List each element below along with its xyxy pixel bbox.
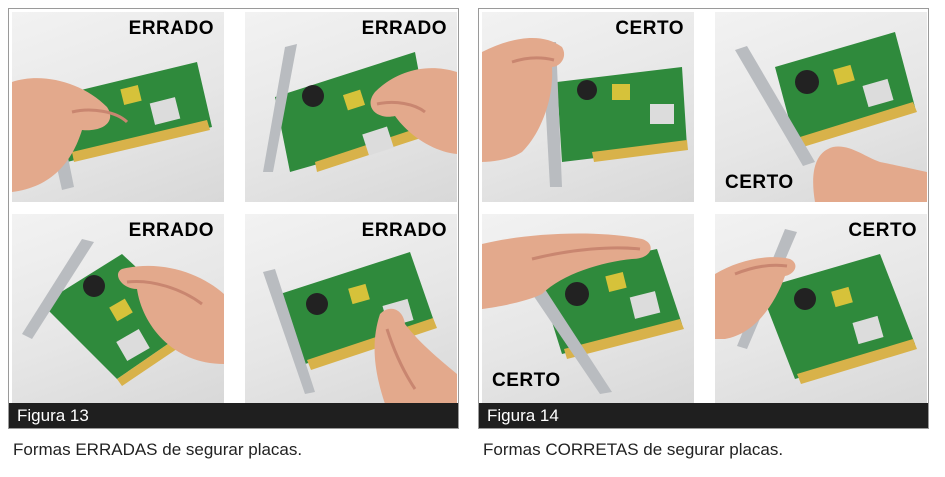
photo-tag: ERRADO [128, 220, 214, 241]
photo-tag: CERTO [848, 220, 917, 241]
figure-13-panel: ERRADO ERRADO ERRADO ERRADO Figura 13 [8, 8, 459, 429]
photo-right-4: CERTO [715, 214, 927, 404]
photo-tag: ERRADO [128, 18, 214, 39]
photo-tag: CERTO [615, 18, 684, 39]
photo-right-1: CERTO [482, 12, 694, 202]
figure-label-bar: Figura 14 [479, 403, 928, 428]
photo-wrong-4: ERRADO [245, 214, 457, 404]
photo-right-2: CERTO [715, 12, 927, 202]
photo-wrong-1: ERRADO [12, 12, 224, 202]
photo-tag: CERTO [725, 172, 794, 193]
photo-tag: ERRADO [361, 18, 447, 39]
figure-13-caption: Formas ERRADAS de segurar placas. [13, 440, 303, 459]
figure-14-panel: CERTO CERTO CERTO CERTO Figura 14 [478, 8, 929, 429]
photo-tag: CERTO [492, 370, 561, 391]
figure-14-caption: Formas CORRETAS de segurar placas. [483, 440, 784, 459]
photo-right-3: CERTO [482, 214, 694, 404]
figure-label-bar: Figura 13 [9, 403, 458, 428]
photo-tag: ERRADO [361, 220, 447, 241]
photo-wrong-2: ERRADO [245, 12, 457, 202]
photo-wrong-3: ERRADO [12, 214, 224, 404]
